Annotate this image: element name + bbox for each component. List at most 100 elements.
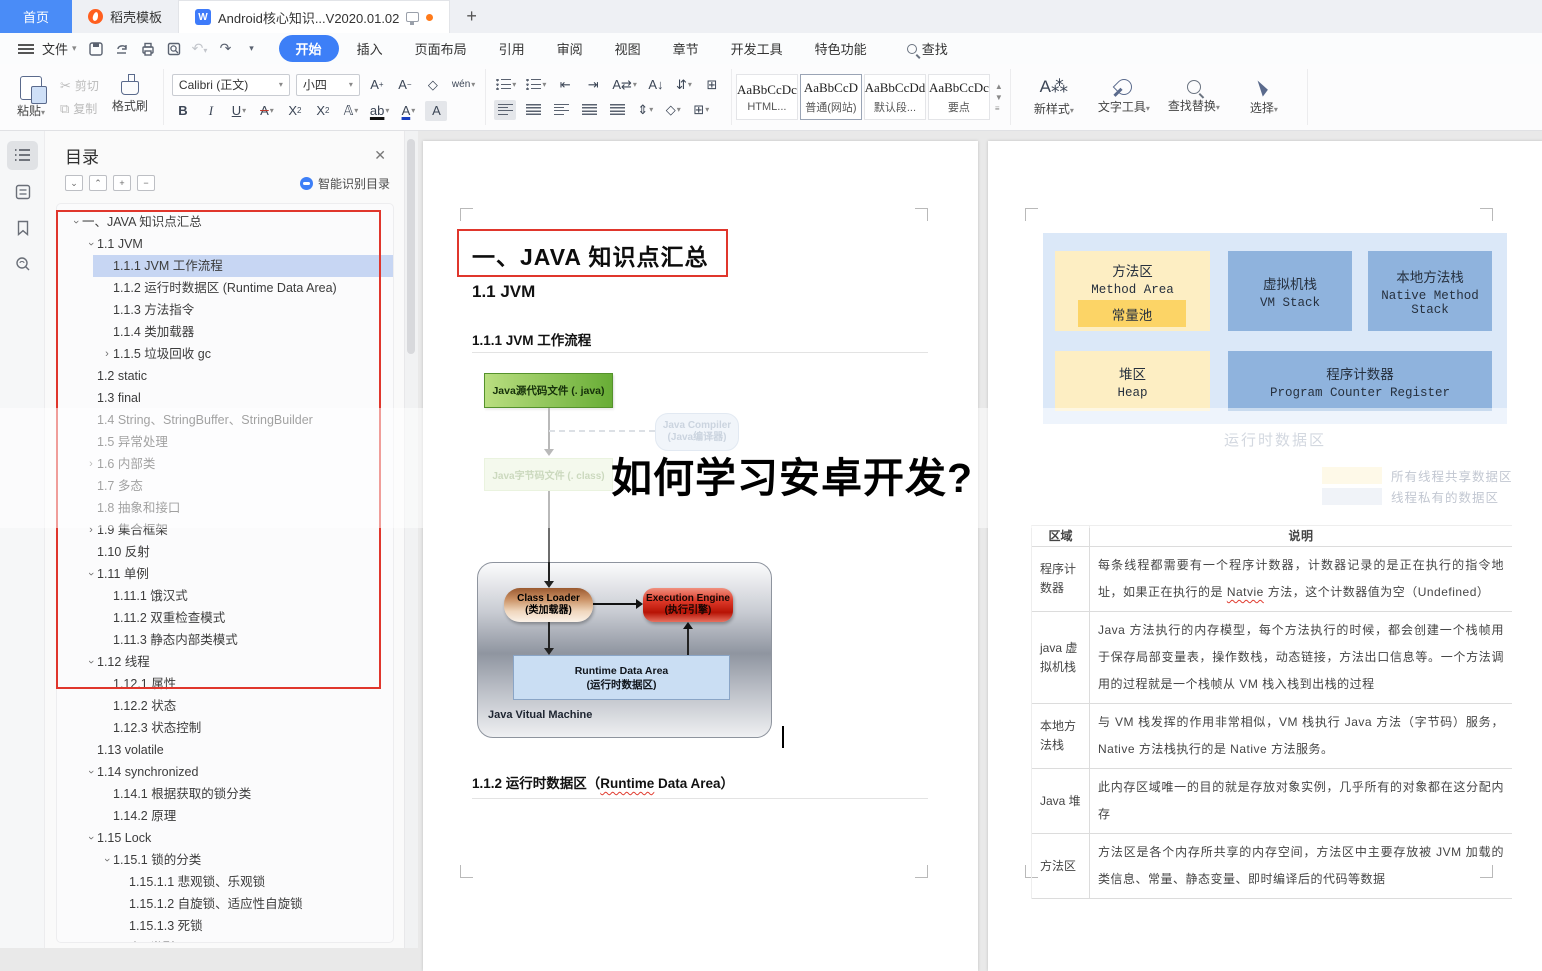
file-menu[interactable]: 文件 bbox=[42, 39, 68, 58]
subscript-button[interactable]: X2 bbox=[312, 101, 334, 121]
document-page-2[interactable]: 方法区 Method Area 常量池 虚拟机栈 VM Stack 本地方法栈 … bbox=[988, 141, 1542, 971]
toc-item[interactable]: 1.13 volatile bbox=[57, 739, 393, 761]
text-effects-button[interactable]: 𝔸▾ bbox=[340, 101, 362, 121]
menu-item-4[interactable]: 引用 bbox=[485, 35, 539, 62]
search-panel-button[interactable] bbox=[7, 249, 38, 278]
style-card-2[interactable]: AaBbCcD普通(网站) bbox=[800, 74, 862, 120]
toc-panel-button[interactable] bbox=[7, 141, 38, 170]
align-left-button[interactable] bbox=[494, 100, 516, 120]
bullet-list-button[interactable]: ▾ bbox=[494, 75, 518, 95]
toc-close-button[interactable]: ✕ bbox=[374, 147, 386, 164]
table-row: 程序计数器每条线程都需要有一个程序计数器，计数器记录的是正在执行的指令地址，如果… bbox=[1032, 547, 1512, 612]
toc-expand-all-button[interactable]: ⌄ bbox=[65, 175, 83, 191]
menu-item-9[interactable]: 特色功能 bbox=[801, 35, 881, 62]
native-method-stack-box: 本地方法栈 Native Method Stack bbox=[1368, 251, 1492, 331]
decrease-indent-button[interactable]: ⇤ bbox=[554, 75, 576, 95]
font-color-button[interactable]: A▾ bbox=[397, 101, 419, 121]
toc-item[interactable]: 1.14.2 原理 bbox=[57, 805, 393, 827]
show-marks-button[interactable]: ⇵▾ bbox=[673, 75, 695, 95]
menu-item-8[interactable]: 开发工具 bbox=[717, 35, 797, 62]
annotation-panel-button[interactable] bbox=[7, 177, 38, 206]
align-right-button[interactable] bbox=[550, 100, 572, 120]
toc-item[interactable]: 1.15.1.1 悲观锁、乐观锁 bbox=[57, 871, 393, 893]
increase-indent-button[interactable]: ⇥ bbox=[582, 75, 604, 95]
toc-item[interactable]: 1.12.2 状态 bbox=[57, 695, 393, 717]
menu-item-6[interactable]: 视图 bbox=[601, 35, 655, 62]
styles-scroll-arrows[interactable]: ▲▼≡ bbox=[992, 82, 1006, 113]
new-tab-button[interactable]: + bbox=[450, 0, 493, 33]
char-shading-button[interactable]: A bbox=[425, 101, 447, 121]
toc-item[interactable]: 1.14.1 根据获取的锁分类 bbox=[57, 783, 393, 805]
find-menu[interactable]: 查找 bbox=[907, 39, 948, 58]
toc-collapse-all-button[interactable]: ⌃ bbox=[89, 175, 107, 191]
toc-item[interactable]: 1.16 引用类型 bbox=[57, 937, 393, 943]
menu-item-5[interactable]: 审阅 bbox=[543, 35, 597, 62]
caret-down-icon[interactable]: › bbox=[80, 832, 102, 844]
justify-button[interactable] bbox=[578, 100, 600, 120]
text-tool-button[interactable]: 文字工具▾ bbox=[1089, 79, 1159, 115]
toc-item[interactable]: 1.12.3 状态控制 bbox=[57, 717, 393, 739]
hamburger-icon[interactable] bbox=[18, 44, 34, 54]
file-chevron-icon[interactable]: ▾ bbox=[72, 43, 77, 54]
menu-item-3[interactable]: 页面布局 bbox=[401, 35, 481, 62]
toc-item[interactable]: ›1.15 Lock bbox=[57, 827, 393, 849]
paste-button[interactable]: 粘贴▾ bbox=[8, 76, 54, 119]
caret-down-icon[interactable]: › bbox=[80, 766, 102, 778]
strikethrough-button[interactable]: A▾ bbox=[256, 101, 278, 121]
tab-document[interactable]: W Android核心知识...V2020.01.02 bbox=[178, 0, 450, 33]
print-preview-button[interactable] bbox=[161, 40, 187, 57]
toolbar-more-chevron-icon[interactable]: ▾ bbox=[239, 43, 265, 54]
export-button[interactable] bbox=[109, 40, 135, 57]
menu-item-2[interactable]: 插入 bbox=[343, 35, 397, 62]
find-replace-button[interactable]: 查找替换▾ bbox=[1159, 80, 1229, 114]
superscript-button[interactable]: X2 bbox=[284, 101, 306, 121]
style-card-1[interactable]: AaBbCcDcHTML... bbox=[736, 74, 798, 120]
tab-docer[interactable]: 稻壳模板 bbox=[72, 0, 178, 33]
italic-button[interactable]: I bbox=[200, 101, 222, 121]
redo-button[interactable]: ↷ bbox=[213, 40, 239, 57]
toc-item[interactable]: ›1.14 synchronized bbox=[57, 761, 393, 783]
save-button[interactable] bbox=[83, 40, 109, 57]
borders-button[interactable]: ⊞▾ bbox=[690, 100, 712, 120]
distribute-button[interactable] bbox=[606, 100, 628, 120]
select-button[interactable]: 选择▾ bbox=[1229, 79, 1299, 116]
caret-down-icon[interactable]: › bbox=[96, 854, 118, 866]
clear-format-button[interactable]: ◇ bbox=[422, 75, 444, 95]
bookmark-panel-button[interactable] bbox=[7, 213, 38, 242]
format-painter-button[interactable]: 格式刷 bbox=[105, 81, 155, 114]
smart-toc-button[interactable]: 智能识别目录 bbox=[300, 175, 390, 192]
menu-item-7[interactable]: 章节 bbox=[659, 35, 713, 62]
font-name-select[interactable]: Calibri (正文)▾ bbox=[172, 74, 290, 96]
shading-button[interactable]: ◇▾ bbox=[662, 100, 684, 120]
print-button[interactable] bbox=[135, 40, 161, 57]
menu-item-1[interactable]: 开始 bbox=[279, 35, 339, 62]
tab-home[interactable]: 首页 bbox=[0, 0, 72, 33]
bold-button[interactable]: B bbox=[172, 101, 194, 121]
insert-table-button[interactable]: ⊞ bbox=[701, 75, 723, 95]
highlight-button[interactable]: ab▾ bbox=[368, 101, 391, 121]
text-direction-button[interactable]: A⇄▾ bbox=[610, 75, 639, 95]
toc-item[interactable]: 1.15.1.2 自旋锁、适应性自旋锁 bbox=[57, 893, 393, 915]
toc-item[interactable]: ›1.15.1 锁的分类 bbox=[57, 849, 393, 871]
underline-button[interactable]: U▾ bbox=[228, 101, 250, 121]
new-style-button[interactable]: A⁂ 新样式▾ bbox=[1019, 77, 1089, 117]
increase-font-button[interactable]: A+ bbox=[366, 75, 388, 95]
toc-collapse-button[interactable]: − bbox=[137, 175, 155, 191]
style-card-3[interactable]: AaBbCcDd默认段... bbox=[864, 74, 926, 120]
toc-scrollbar-thumb[interactable] bbox=[407, 139, 415, 354]
decrease-font-button[interactable]: A− bbox=[394, 75, 416, 95]
style-card-4[interactable]: AaBbCcDc要点 bbox=[928, 74, 990, 120]
undo-button[interactable]: ↶▾ bbox=[187, 40, 213, 57]
sort-button[interactable]: A↓ bbox=[645, 75, 667, 95]
line-spacing-button[interactable]: ⇕▾ bbox=[634, 100, 656, 120]
style-preview: AaBbCcDc bbox=[737, 82, 797, 98]
align-center-button[interactable] bbox=[522, 100, 544, 120]
pinyin-button[interactable]: wén▾ bbox=[450, 75, 477, 95]
toc-expand-button[interactable]: + bbox=[113, 175, 131, 191]
font-size-select[interactable]: 小四▾ bbox=[296, 74, 360, 96]
cut-button[interactable]: ✂剪切 bbox=[60, 77, 99, 94]
copy-button[interactable]: ⧉复制 bbox=[60, 100, 99, 117]
toc-scrollbar[interactable] bbox=[405, 131, 418, 948]
toc-item[interactable]: 1.15.1.3 死锁 bbox=[57, 915, 393, 937]
numbered-list-button[interactable]: ▾ bbox=[524, 75, 548, 95]
